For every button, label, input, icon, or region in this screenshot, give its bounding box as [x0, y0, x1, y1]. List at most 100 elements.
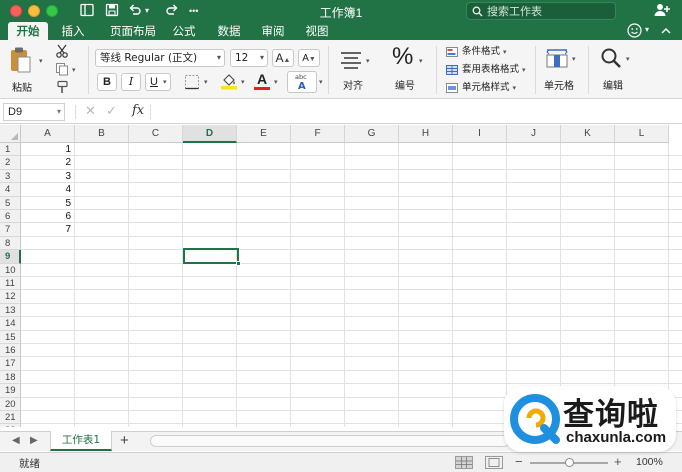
row-header-17[interactable]: 17 — [0, 357, 21, 371]
cell-a5[interactable]: 5 — [21, 197, 71, 210]
cancel-entry-icon[interactable]: ✕ — [85, 103, 96, 119]
formula-input[interactable] — [155, 103, 675, 121]
cell-a4[interactable]: 4 — [21, 183, 71, 196]
zoom-in-button[interactable]: + — [614, 454, 622, 469]
column-header-b[interactable]: B — [75, 125, 129, 143]
column-header-a[interactable]: A — [21, 125, 75, 143]
normal-view-button[interactable] — [455, 456, 473, 469]
prev-sheet-icon[interactable]: ◀ — [12, 435, 20, 446]
column-header-h[interactable]: H — [399, 125, 453, 143]
row-header-12[interactable]: 12 — [0, 290, 21, 304]
copy-icon[interactable] — [55, 62, 69, 79]
column-header-f[interactable]: F — [291, 125, 345, 143]
search-sheet-input[interactable] — [487, 3, 613, 19]
insert-function-icon[interactable]: fx — [132, 103, 144, 118]
tab-review[interactable]: 审阅 — [254, 22, 292, 40]
row-header-10[interactable]: 10 — [0, 263, 21, 277]
row-header-6[interactable]: 6 — [0, 210, 21, 224]
row-header-2[interactable]: 2 — [0, 156, 21, 170]
column-header-k[interactable]: K — [561, 125, 615, 143]
row-header-15[interactable]: 15 — [0, 330, 21, 344]
name-box[interactable]: D9 ▾ — [3, 103, 65, 121]
row-header-19[interactable]: 19 — [0, 384, 21, 398]
column-header-l[interactable]: L — [615, 125, 669, 143]
edit-dropdown-icon[interactable]: ▾ — [626, 55, 630, 63]
number-dropdown-icon[interactable]: ▾ — [419, 57, 423, 65]
format-painter-icon[interactable] — [55, 80, 69, 97]
conditional-format-button[interactable]: 条件格式 ▾ — [444, 45, 507, 59]
row-header-18[interactable]: 18 — [0, 370, 21, 385]
row-header-16[interactable]: 16 — [0, 344, 21, 358]
font-size-dropdown[interactable]: 12 ▾ — [230, 49, 268, 67]
zoom-out-button[interactable]: − — [515, 454, 523, 469]
phonetic-guide-button[interactable]: abc A — [287, 71, 317, 93]
cell-a2[interactable]: 2 — [21, 156, 71, 169]
row-header-1[interactable]: 1 — [0, 143, 21, 157]
feedback-dropdown-icon[interactable]: ▾ — [645, 22, 649, 38]
column-header-g[interactable]: G — [345, 125, 399, 143]
tab-data[interactable]: 数据 — [210, 22, 248, 40]
tab-view[interactable]: 视图 — [298, 22, 336, 40]
row-header-9[interactable]: 9 — [0, 250, 21, 264]
copy-dropdown-icon[interactable]: ▾ — [72, 66, 76, 74]
tab-insert[interactable]: 插入 — [54, 22, 92, 40]
add-sheet-button[interactable]: + — [120, 432, 129, 450]
cells-dropdown-icon[interactable]: ▾ — [572, 55, 576, 63]
font-color-icon[interactable]: A — [253, 71, 271, 91]
column-header-j[interactable]: J — [507, 125, 561, 143]
decrease-font-size-button[interactable]: A▼ — [298, 49, 320, 67]
cell-a6[interactable]: 6 — [21, 210, 71, 223]
row-header-13[interactable]: 13 — [0, 303, 21, 318]
find-icon[interactable] — [600, 47, 622, 72]
row-header-14[interactable]: 14 — [0, 317, 21, 331]
add-user-icon[interactable] — [654, 3, 670, 20]
number-format-icon[interactable]: % — [392, 44, 413, 70]
select-all-corner[interactable] — [0, 125, 21, 143]
tab-page-layout[interactable]: 页面布局 — [103, 22, 163, 40]
border-icon[interactable] — [184, 74, 202, 93]
cells-icon[interactable] — [546, 48, 568, 71]
column-header-d[interactable]: D — [183, 125, 237, 143]
underline-button[interactable]: U — [145, 73, 171, 91]
row-header-22[interactable]: 22 — [0, 424, 21, 427]
column-header-e[interactable]: E — [237, 125, 291, 143]
column-header-c[interactable]: C — [129, 125, 183, 143]
next-sheet-icon[interactable]: ▶ — [30, 435, 38, 446]
active-cell-selection[interactable] — [183, 248, 239, 264]
bold-button[interactable]: B — [97, 73, 117, 91]
cell-a1[interactable]: 1 — [21, 143, 71, 156]
increase-font-size-button[interactable]: A▲ — [272, 49, 294, 67]
italic-button[interactable]: I — [121, 73, 141, 91]
feedback-smiley-icon[interactable] — [627, 23, 642, 38]
page-layout-view-button[interactable] — [485, 456, 503, 469]
row-header-7[interactable]: 7 — [0, 223, 21, 237]
zoom-slider-thumb[interactable] — [565, 458, 574, 467]
fill-color-dropdown-icon[interactable]: ▾ — [241, 78, 245, 86]
font-color-dropdown-icon[interactable]: ▾ — [274, 78, 278, 86]
row-header-21[interactable]: 21 — [0, 411, 21, 425]
cell-a3[interactable]: 3 — [21, 170, 71, 183]
row-header-5[interactable]: 5 — [0, 196, 21, 210]
format-as-table-button[interactable]: 套用表格格式 ▾ — [444, 63, 526, 77]
phonetic-dropdown-icon[interactable]: ▾ — [319, 78, 323, 86]
row-header-11[interactable]: 11 — [0, 277, 21, 291]
column-header-i[interactable]: I — [453, 125, 507, 143]
tab-home[interactable]: 开始 — [8, 22, 48, 40]
sheet-tab[interactable]: 工作表1 — [50, 431, 112, 451]
underline-dropdown-icon[interactable]: ▾ — [163, 78, 167, 86]
border-dropdown-icon[interactable]: ▾ — [204, 78, 208, 86]
align-dropdown-icon[interactable]: ▾ — [366, 57, 370, 65]
worksheet-grid[interactable]: ABCDEFGHIJKL 1 2 3 4 5 6 7 8 9 10 11 12 13 14 15 16 17 18… — [0, 125, 682, 427]
row-header-20[interactable]: 20 — [0, 397, 21, 411]
paste-button[interactable] — [9, 46, 31, 77]
cell-a7[interactable]: 7 — [21, 223, 71, 236]
horizontal-scrollbar[interactable] — [150, 435, 510, 447]
cut-icon[interactable] — [55, 44, 69, 61]
row-header-8[interactable]: 8 — [0, 236, 21, 251]
fill-handle[interactable] — [236, 261, 241, 266]
paste-dropdown-icon[interactable]: ▾ — [39, 57, 43, 65]
confirm-entry-icon[interactable]: ✓ — [106, 103, 117, 119]
tab-formulas[interactable]: 公式 — [165, 22, 203, 40]
collapse-ribbon-icon[interactable] — [660, 25, 672, 40]
search-sheet-box[interactable] — [466, 2, 616, 20]
